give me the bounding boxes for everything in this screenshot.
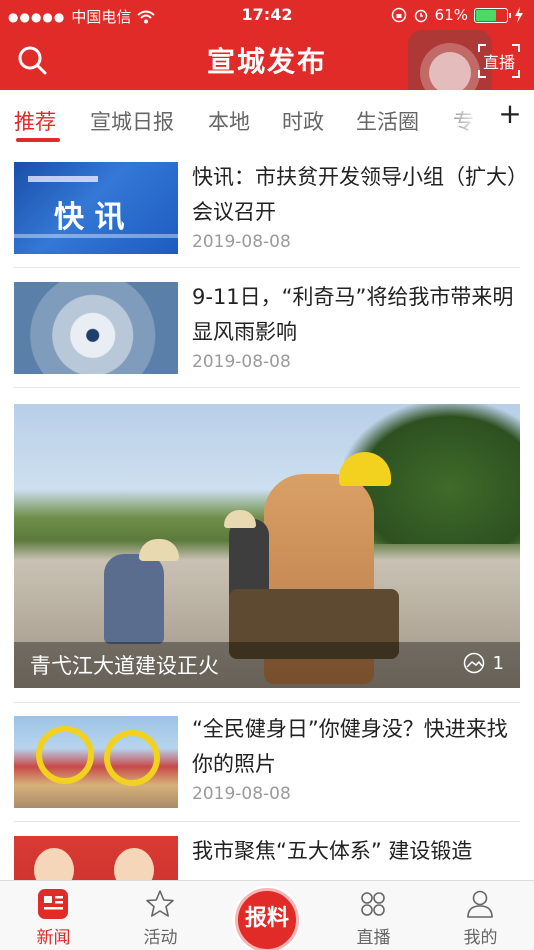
thumbnail-text: 快 讯 xyxy=(54,200,125,235)
orientation-lock-icon xyxy=(391,7,406,23)
photo-count: 1 xyxy=(463,652,504,674)
battery-icon xyxy=(474,7,511,23)
active-tab-indicator xyxy=(16,138,60,142)
news-date: 2019-08-08 xyxy=(192,232,291,252)
featured-caption: 青弋江大道建设正火 xyxy=(30,654,219,678)
tabbar-label: 我的 xyxy=(463,928,498,948)
photo-count-value: 1 xyxy=(492,652,504,674)
tabbar-item-live[interactable]: 直播 xyxy=(320,881,427,950)
tabbar-label: 直播 xyxy=(356,928,391,948)
news-title: 我市聚焦“五大体系” 建设锻造 xyxy=(192,839,473,863)
alarm-icon xyxy=(414,9,427,23)
grid-icon xyxy=(361,892,385,916)
news-item[interactable]: 快 讯 快讯：市扶贫开发领导小组（扩大）会议召开 2019-08-08 xyxy=(14,150,520,268)
tab-local[interactable]: 本地 xyxy=(208,106,250,136)
tab-xuancheng-daily[interactable]: 宣城日报 xyxy=(90,106,174,136)
tabbar-label: 活动 xyxy=(143,928,178,948)
tab-politics[interactable]: 时政 xyxy=(282,106,324,136)
news-title: 9-11日，“利奇马”将给我市带来明显风雨影响 xyxy=(192,285,514,344)
tab-life-circle[interactable]: 生活圈 xyxy=(356,106,419,136)
category-tabs: 推荐 宣城日报 本地 时政 生活圈 专 + xyxy=(0,90,534,150)
report-button[interactable]: 报料 xyxy=(235,888,299,950)
status-bar: ●●●●● 中国电信 17:42 61% xyxy=(0,0,534,30)
featured-photo-card[interactable]: 青弋江大道建设正火 1 xyxy=(14,404,520,688)
news-title: 快讯：市扶贫开发领导小组（扩大）会议召开 xyxy=(192,165,518,224)
live-button[interactable]: 直播 xyxy=(478,44,520,78)
tabbar-label: 新闻 xyxy=(36,928,71,948)
news-item[interactable]: “全民健身日”你健身没？快进来找你的照片 2019-08-08 xyxy=(14,702,520,822)
tabbar-item-profile[interactable]: 我的 xyxy=(427,881,534,950)
add-tab-button[interactable]: + xyxy=(496,100,524,128)
typhoon-thumbnail xyxy=(14,282,178,374)
user-icon xyxy=(467,890,493,918)
featured-caption-bar: 青弋江大道建设正火 1 xyxy=(14,642,520,688)
charging-icon xyxy=(515,7,523,23)
news-title: “全民健身日”你健身没？快进来找你的照片 xyxy=(192,717,508,776)
battery-percent: 61% xyxy=(434,6,468,24)
gallery-icon xyxy=(463,652,484,674)
tabbar-item-news[interactable]: 新闻 xyxy=(0,881,107,950)
news-date: 2019-08-08 xyxy=(192,784,291,804)
fitness-thumbnail xyxy=(14,716,178,808)
news-thumbnail: 快 讯 xyxy=(14,162,178,254)
star-icon xyxy=(146,890,174,917)
news-date: 2019-08-08 xyxy=(192,352,291,372)
news-item[interactable]: 9-11日，“利奇马”将给我市带来明显风雨影响 2019-08-08 xyxy=(14,268,520,388)
nav-bar: 宣城发布 直播 xyxy=(0,30,534,116)
live-button-label: 直播 xyxy=(482,53,515,72)
app-header: ●●●●● 中国电信 17:42 61% 宣城发布 直播 xyxy=(0,0,534,116)
tabbar-item-activities[interactable]: 活动 xyxy=(107,881,214,950)
news-icon xyxy=(38,889,68,919)
tab-recommend[interactable]: 推荐 xyxy=(14,106,56,136)
